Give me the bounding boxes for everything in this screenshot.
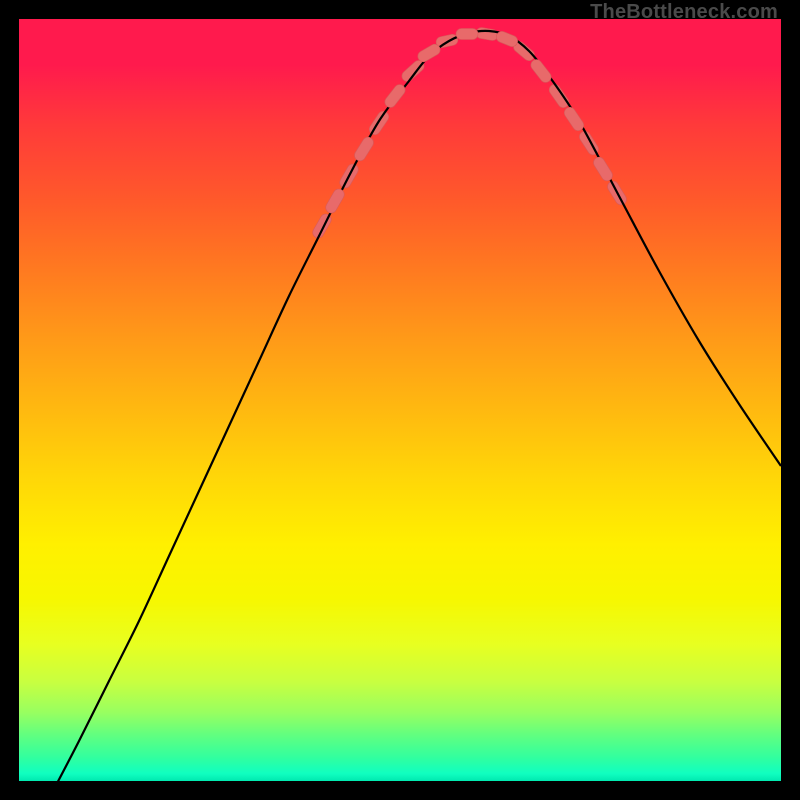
bottleneck-curve-svg bbox=[19, 19, 781, 781]
curve-marker bbox=[562, 105, 586, 133]
curve-markers-front bbox=[324, 29, 615, 216]
curve-markers-back bbox=[311, 27, 629, 240]
curve-marker bbox=[383, 82, 408, 109]
curve-marker bbox=[475, 27, 499, 42]
curve-marker bbox=[547, 82, 571, 110]
curve-marker bbox=[352, 135, 375, 163]
curve-marker bbox=[495, 30, 520, 48]
curve-marker bbox=[591, 155, 614, 183]
watermark-label: TheBottleneck.com bbox=[590, 1, 778, 24]
chart-plot-area bbox=[19, 19, 781, 781]
curve-marker bbox=[416, 42, 442, 64]
curve-marker bbox=[456, 29, 478, 40]
curve-marker bbox=[324, 187, 347, 215]
curve-marker bbox=[529, 57, 554, 84]
bottleneck-curve-path bbox=[53, 31, 781, 781]
